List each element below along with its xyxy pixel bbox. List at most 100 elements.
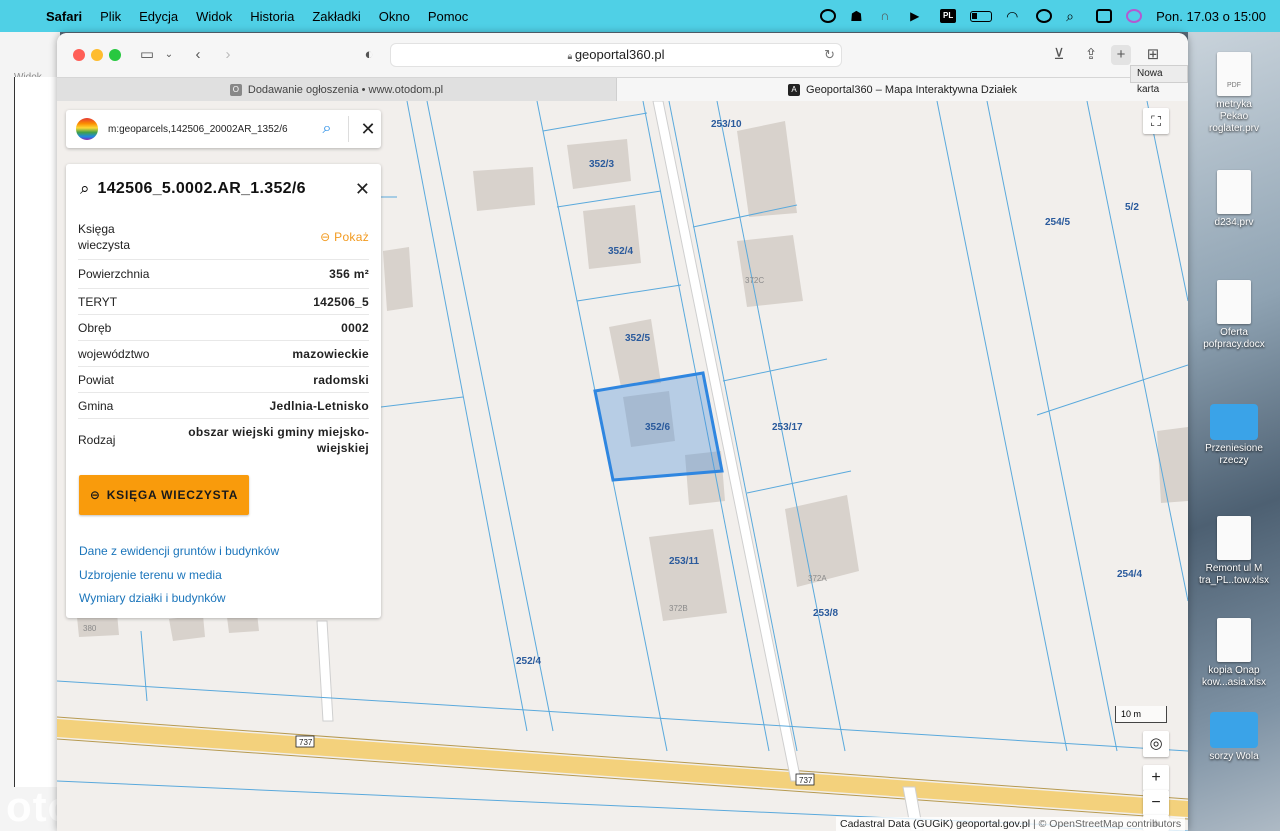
battery-icon[interactable] xyxy=(970,10,993,22)
tab-label: Dodawanie ogłoszenia • www.otodom.pl xyxy=(247,83,444,96)
row-powiat: Powiat radomski xyxy=(78,366,369,392)
row-label: Powierzchnia xyxy=(78,267,150,281)
minimize-window-button[interactable] xyxy=(91,49,103,61)
menubar-clock[interactable]: Pon. 17.03 o 15:00 xyxy=(1156,9,1266,24)
document-icon xyxy=(1217,280,1251,324)
row-value: Jedlnia-Letnisko xyxy=(269,398,369,413)
locate-button[interactable]: ◎ xyxy=(1143,731,1169,757)
search-input[interactable]: m:geoparcels,142506_20002AR_1352/6 xyxy=(108,124,312,135)
menu-edycja[interactable]: Edycja xyxy=(139,9,178,24)
menu-okno[interactable]: Okno xyxy=(379,9,410,24)
menu-plik[interactable]: Plik xyxy=(100,9,121,24)
privacy-shield-icon[interactable]: ◐ xyxy=(359,45,379,65)
reload-icon[interactable]: ↻ xyxy=(824,44,835,66)
spreadsheet-icon xyxy=(1217,618,1251,662)
desktop-file-remont[interactable]: Remont ul M tra_PL..tow.xlsx xyxy=(1189,516,1279,587)
parcel-label[interactable]: 252/4 xyxy=(516,656,541,667)
building-number: 380 xyxy=(83,624,97,633)
parcel-label[interactable]: 254/4 xyxy=(1117,569,1142,580)
panel-header: ⌕ 142506_5.0002.AR_1.352/6 ✕ xyxy=(80,178,370,200)
parcel-label[interactable]: 5/2 xyxy=(1125,202,1139,213)
building xyxy=(649,529,727,621)
desktop: PDF metryka Pekao roglater.prv d234.prv … xyxy=(1188,32,1280,831)
desktop-file-metryka[interactable]: PDF metryka Pekao roglater.prv xyxy=(1189,52,1279,135)
row-label: TERYT xyxy=(78,294,118,309)
close-icon[interactable]: ✕ xyxy=(355,179,370,200)
menu-historia[interactable]: Historia xyxy=(250,9,294,24)
sidebar-icon[interactable]: ▭ xyxy=(137,45,157,65)
close-icon[interactable]: ✕ xyxy=(355,119,381,140)
menu-app-safari[interactable]: Safari xyxy=(46,9,82,24)
building-number: 372A xyxy=(808,574,827,583)
folder-icon xyxy=(1210,404,1258,440)
show-link[interactable]: ⊖ Pokaż xyxy=(320,230,369,244)
desktop-folder-wola[interactable]: sorzy Wola xyxy=(1189,712,1279,763)
spotlight-icon[interactable]: ⌕ xyxy=(1066,9,1082,23)
attribution-cadastral[interactable]: Cadastral Data (GUGiK) geoportal.gov.pl xyxy=(840,818,1030,830)
wifi-icon[interactable]: ◠ xyxy=(1006,9,1022,23)
parcel-label[interactable]: 254/5 xyxy=(1045,217,1070,228)
row-obreb: Obręb 0002 xyxy=(78,314,369,340)
creative-cloud-icon[interactable] xyxy=(820,9,837,23)
link-ewidencja[interactable]: Dane z ewidencji gruntów i budynków xyxy=(79,540,279,564)
back-button[interactable]: ‹ xyxy=(188,45,208,65)
attribution-osm[interactable]: | © OpenStreetMap contributors xyxy=(1030,818,1181,830)
parcel-label[interactable]: 253/11 xyxy=(669,556,699,567)
menu-widok[interactable]: Widok xyxy=(196,9,232,24)
time-machine-icon[interactable] xyxy=(1036,9,1053,23)
parcel-label[interactable]: 352/3 xyxy=(589,159,614,170)
desktop-file-oferta[interactable]: Oferta pofpracy.docx xyxy=(1189,280,1279,351)
control-center-icon[interactable] xyxy=(1096,9,1113,23)
ksiega-wieczysta-button[interactable]: ⊖ KSIĘGA WIECZYSTA xyxy=(79,475,249,515)
parcel-label[interactable]: 352/5 xyxy=(625,333,650,344)
building-number: 372C xyxy=(745,276,764,285)
link-uzbrojenie[interactable]: Uzbrojenie terenu w media xyxy=(79,564,279,588)
share-icon[interactable]: ⇪ xyxy=(1081,45,1101,65)
geoportal-logo-icon[interactable] xyxy=(76,118,98,140)
row-wojewodztwo: województwo mazowieckie xyxy=(78,340,369,366)
zoom-in-button[interactable]: + xyxy=(1143,765,1169,791)
parcel-label[interactable]: 352/4 xyxy=(608,246,633,257)
desktop-file-kopia[interactable]: kopia Onap kow...asia.xlsx xyxy=(1189,618,1279,689)
row-powierzchnia: Powierzchnia 356 m² xyxy=(78,259,369,288)
tab-overview-icon[interactable]: ⊞ xyxy=(1143,45,1163,65)
downloads-icon[interactable]: ⊻ xyxy=(1049,45,1069,65)
spy-icon[interactable]: ☗ xyxy=(850,9,866,23)
local-road[interactable] xyxy=(316,620,334,722)
background-window: Widok xyxy=(0,32,60,831)
play-icon[interactable]: ▶ xyxy=(910,9,926,23)
tab-otodom[interactable]: O Dodawanie ogłoszenia • www.otodom.pl xyxy=(57,78,617,101)
building xyxy=(737,235,803,307)
input-source-icon[interactable]: PL xyxy=(940,9,957,23)
link-icon: ⊖ xyxy=(89,488,101,502)
new-tab-button[interactable]: + xyxy=(1111,45,1131,65)
siri-icon[interactable] xyxy=(1126,9,1143,23)
menu-pomoc[interactable]: Pomoc xyxy=(428,9,468,24)
tab-geoportal[interactable]: A Geoportal360 – Mapa Interaktywna Dział… xyxy=(617,78,1188,101)
parcel-label[interactable]: 253/8 xyxy=(813,608,838,619)
parcel-label[interactable]: 352/6 xyxy=(645,422,670,433)
parcel-label[interactable]: 253/10 xyxy=(711,119,742,130)
arc-icon[interactable]: ∩ xyxy=(880,9,896,23)
search-icon[interactable]: ⌕ xyxy=(312,120,342,138)
pdf-file-icon: PDF xyxy=(1217,52,1251,96)
background-document xyxy=(14,77,60,787)
zoom-out-button[interactable]: − xyxy=(1143,790,1169,816)
row-value: radomski xyxy=(313,372,369,387)
address-bar[interactable]: 🔒︎ geoportal360.pl ↻ xyxy=(390,43,842,67)
forward-button[interactable]: › xyxy=(218,45,238,65)
map-canvas[interactable]: 253/10 352/3 352/4 352/5 352/6 253/17 25… xyxy=(57,101,1188,831)
desktop-folder-przeniesione[interactable]: Przeniesione rzeczy xyxy=(1189,404,1279,467)
menu-zakladki[interactable]: Zakładki xyxy=(312,9,360,24)
chevron-down-icon[interactable]: ⌄ xyxy=(159,45,179,65)
road-737[interactable] xyxy=(57,719,1188,817)
zoom-window-button[interactable] xyxy=(109,49,121,61)
link-wymiary[interactable]: Wymiary działki i budynków xyxy=(79,587,279,611)
safari-window: ▭ ⌄ ‹ › ◐ 🔒︎ geoportal360.pl ↻ ⊻ ⇪ + ⊞ N… xyxy=(57,33,1188,831)
desktop-file-prv[interactable]: d234.prv xyxy=(1189,170,1279,229)
fullscreen-button[interactable]: ⛶ xyxy=(1143,108,1169,134)
building xyxy=(383,247,413,311)
parcel-label[interactable]: 253/17 xyxy=(772,422,803,433)
road-edge xyxy=(57,716,1188,800)
close-window-button[interactable] xyxy=(73,49,85,61)
